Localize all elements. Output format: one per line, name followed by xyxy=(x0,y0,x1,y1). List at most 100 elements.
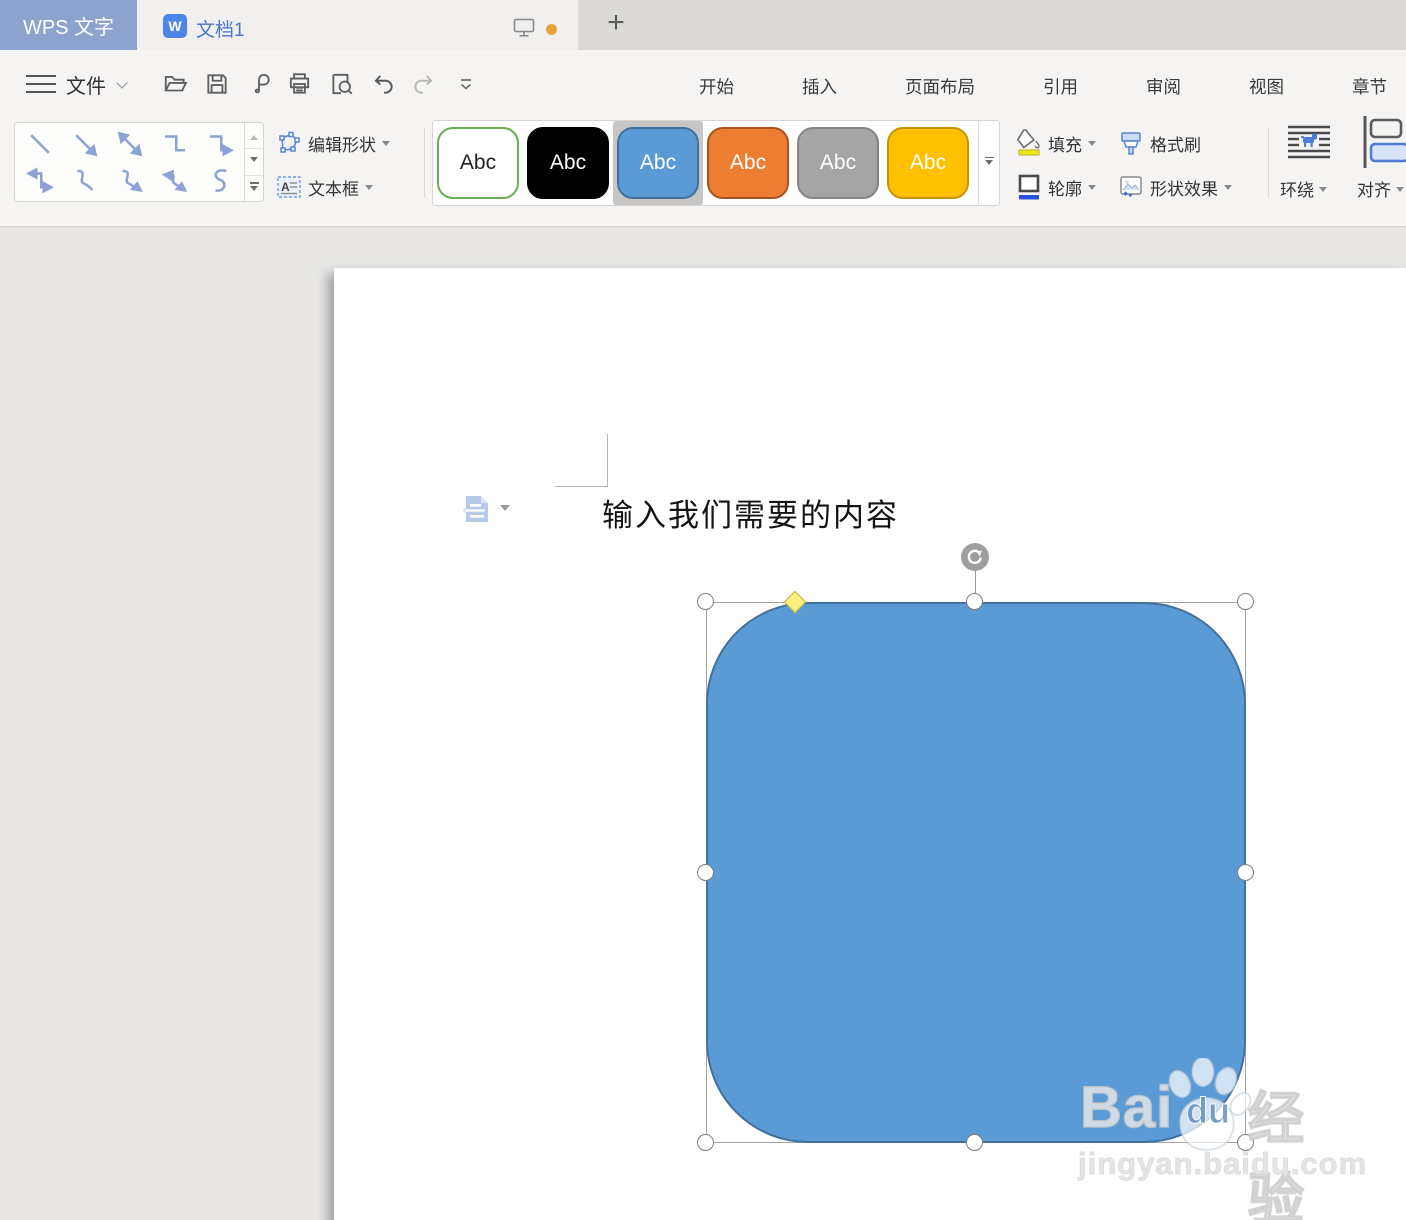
style-gallery-item-selected[interactable]: Abc xyxy=(613,121,703,205)
resize-handle-se[interactable] xyxy=(1237,1134,1254,1151)
dropdown-arrow-icon[interactable] xyxy=(500,505,510,516)
dropdown-arrow-icon xyxy=(1224,185,1232,194)
fill-bucket-icon xyxy=(1016,129,1042,157)
curved-connector-icon[interactable] xyxy=(62,162,107,199)
edit-points-icon xyxy=(276,129,302,157)
rounded-rectangle-shape[interactable] xyxy=(706,602,1246,1143)
app-name: WPS 文字 xyxy=(22,16,115,39)
menu-icon[interactable] xyxy=(26,75,56,99)
format-painter-button[interactable]: 格式刷 xyxy=(1118,128,1201,158)
outline-label: 轮廓 xyxy=(1048,179,1082,199)
text-box-button[interactable]: A 文本框 xyxy=(276,172,373,202)
lines-gallery xyxy=(14,122,264,202)
style-swatch: Abc xyxy=(617,127,699,199)
chevron-down-icon xyxy=(116,76,128,89)
freeform-curve-icon[interactable] xyxy=(198,162,243,199)
align-icon[interactable] xyxy=(1362,116,1406,173)
style-swatch: Abc xyxy=(707,127,789,199)
elbow-arrow-icon[interactable] xyxy=(198,125,243,162)
gallery-scroll-down-button[interactable] xyxy=(245,148,263,174)
title-bar: WPS 文字 W 文档1 + xyxy=(0,0,1406,50)
resize-handle-e[interactable] xyxy=(1237,864,1254,881)
new-tab-button[interactable]: + xyxy=(592,6,640,44)
ribbon-tabs: 开始 插入 页面布局 引用 审阅 视图 章节 xyxy=(699,74,1387,99)
presentation-mode-icon[interactable] xyxy=(513,18,535,43)
resize-handle-ne[interactable] xyxy=(1237,593,1254,610)
fill-button[interactable]: 填充 xyxy=(1016,128,1096,158)
resize-handle-sw[interactable] xyxy=(697,1134,714,1151)
app-tab[interactable]: WPS 文字 xyxy=(0,0,137,50)
resize-handle-w[interactable] xyxy=(697,864,714,881)
style-gallery-more-button[interactable] xyxy=(978,121,999,205)
style-swatch: Abc xyxy=(887,127,969,199)
style-gallery-item[interactable]: Abc xyxy=(883,121,973,205)
dropdown-arrow-icon xyxy=(1319,186,1327,196)
resize-handle-nw[interactable] xyxy=(697,593,714,610)
document-tab[interactable]: 文档1 xyxy=(196,15,245,42)
triangle-down-icon xyxy=(250,185,258,195)
triangle-up-icon xyxy=(250,131,258,141)
gallery-more-button[interactable] xyxy=(245,174,263,201)
style-gallery-item[interactable]: Abc xyxy=(433,121,523,205)
ribbon-tab-审阅[interactable]: 审阅 xyxy=(1146,74,1181,99)
dropdown-arrow-icon xyxy=(1396,186,1404,196)
paragraph-text[interactable]: 输入我们需要的内容 xyxy=(602,490,899,535)
style-gallery-item[interactable]: Abc xyxy=(793,121,883,205)
style-swatch: Abc xyxy=(527,127,609,199)
unsaved-status-dot xyxy=(546,24,557,35)
ribbon-tab-页面布局[interactable]: 页面布局 xyxy=(905,74,975,99)
text-wrap-icon[interactable] xyxy=(1286,124,1332,165)
line-icon[interactable] xyxy=(17,125,62,162)
arrow-icon[interactable] xyxy=(62,125,107,162)
ribbon-tab-开始[interactable]: 开始 xyxy=(699,74,734,99)
print-icon[interactable] xyxy=(282,68,316,100)
export-icon[interactable] xyxy=(242,68,276,100)
dropdown-arrow-icon xyxy=(1088,141,1096,150)
shape-effects-button[interactable]: 形状效果 xyxy=(1118,172,1232,202)
wrap-label: 环绕 xyxy=(1280,181,1314,200)
tabbar-right-zone xyxy=(578,0,1406,50)
outline-button[interactable]: 轮廓 xyxy=(1016,172,1096,202)
paste-options-icon[interactable] xyxy=(462,494,492,529)
curved-double-arrow-icon[interactable] xyxy=(153,162,198,199)
gallery-scrollbar xyxy=(244,123,263,201)
open-file-icon[interactable] xyxy=(158,68,192,100)
resize-handle-n[interactable] xyxy=(966,593,983,610)
resize-handle-s[interactable] xyxy=(966,1134,983,1151)
dropdown-arrow-icon xyxy=(1088,185,1096,194)
writer-doc-icon: W xyxy=(163,14,187,38)
elbow-connector-icon[interactable] xyxy=(153,125,198,162)
align-button[interactable]: 对齐 xyxy=(1357,176,1404,201)
gallery-scroll-up-button[interactable] xyxy=(245,123,263,148)
outline-square-icon xyxy=(1016,173,1042,201)
ribbon-tab-引用[interactable]: 引用 xyxy=(1043,74,1078,99)
ribbon-tab-章节[interactable]: 章节 xyxy=(1352,74,1387,99)
style-gallery: Abc Abc Abc Abc Abc Abc xyxy=(432,120,1000,206)
redo-icon[interactable] xyxy=(407,68,441,100)
curved-arrow-icon[interactable] xyxy=(107,162,152,199)
text-box-icon: A xyxy=(276,173,302,201)
file-menu-label: 文件 xyxy=(66,76,106,98)
toolbar-more-icon[interactable] xyxy=(449,68,483,100)
style-gallery-item[interactable]: Abc xyxy=(523,121,613,205)
elbow-double-arrow-icon[interactable] xyxy=(17,162,62,199)
undo-icon[interactable] xyxy=(366,68,400,100)
style-swatch: Abc xyxy=(437,127,519,199)
fill-label: 填充 xyxy=(1048,135,1082,155)
double-arrow-icon[interactable] xyxy=(107,125,152,162)
document-canvas[interactable]: 输入我们需要的内容 Bai du 经验 jingyan.baidu.com xyxy=(0,228,1406,1220)
ribbon-tab-插入[interactable]: 插入 xyxy=(802,74,837,99)
edit-shape-label: 编辑形状 xyxy=(308,135,376,155)
rotation-handle[interactable] xyxy=(961,543,989,571)
save-icon[interactable] xyxy=(200,68,234,100)
print-preview-icon[interactable] xyxy=(324,68,358,100)
dropdown-arrow-icon xyxy=(365,185,373,194)
wrap-button[interactable]: 环绕 xyxy=(1280,176,1327,201)
shape-effects-label: 形状效果 xyxy=(1150,179,1218,199)
ribbon-tab-视图[interactable]: 视图 xyxy=(1249,74,1284,99)
style-gallery-item[interactable]: Abc xyxy=(703,121,793,205)
ribbon-separator xyxy=(424,128,425,198)
edit-shape-button[interactable]: 编辑形状 xyxy=(276,128,390,158)
dropdown-arrow-icon xyxy=(382,141,390,150)
file-menu-button[interactable]: 文件 xyxy=(66,70,128,99)
